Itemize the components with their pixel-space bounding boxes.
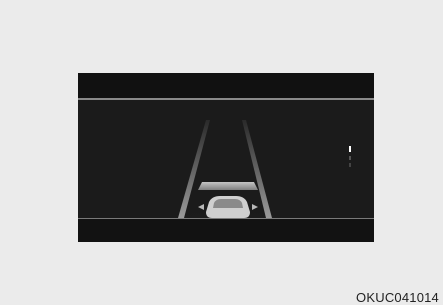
- figure-background: OKUC041014: [0, 0, 443, 305]
- display-top-bar: [78, 73, 374, 98]
- road-lane-icon: [108, 120, 351, 218]
- cluster-display: [78, 73, 374, 242]
- distance-band: [198, 182, 258, 190]
- gauge-icon: [349, 146, 351, 167]
- display-bottom-bar: [78, 219, 374, 242]
- figure-caption: OKUC041014: [356, 290, 439, 305]
